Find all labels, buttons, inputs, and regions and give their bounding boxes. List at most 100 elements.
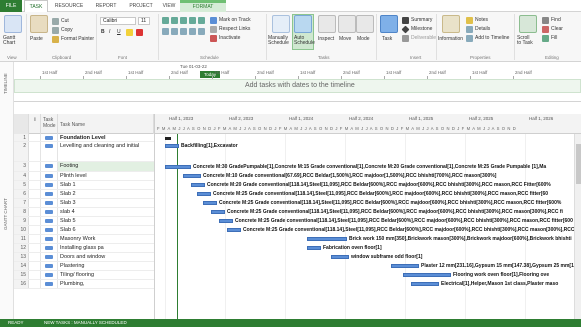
row-id[interactable]: 13 <box>14 253 29 261</box>
row-task-name[interactable]: Footing <box>58 162 154 171</box>
row-task-name[interactable]: Slab 5 <box>58 217 154 225</box>
table-row[interactable]: 11 Masonry Work <box>14 235 154 244</box>
row-task-mode[interactable] <box>41 142 58 161</box>
tab-file[interactable]: FILE <box>0 0 22 12</box>
notes-button[interactable]: Notes <box>475 17 488 23</box>
mode-icon[interactable] <box>356 15 374 33</box>
summary-icon[interactable] <box>402 17 409 24</box>
gantt-task-bar[interactable] <box>411 282 439 286</box>
row-id[interactable]: 4 <box>14 172 29 180</box>
table-row[interactable]: 10 Slab 6 <box>14 226 154 235</box>
mark-on-track-button[interactable]: Mark on Track <box>219 17 251 23</box>
table-row[interactable]: 2 Levelling and cleaning and initial <box>14 142 154 162</box>
row-task-name[interactable]: Foundation Level <box>58 134 154 141</box>
split-task-icon[interactable] <box>198 28 205 35</box>
table-row[interactable]: 5 Slab 1 <box>14 181 154 190</box>
percent-25-icon[interactable] <box>171 17 178 24</box>
gantt-task-bar[interactable] <box>197 192 211 196</box>
tab-report[interactable]: REPORT <box>92 0 120 12</box>
row-id[interactable]: 9 <box>14 217 29 225</box>
gantt-task-bar[interactable] <box>211 210 225 214</box>
vertical-scroll-thumb[interactable] <box>576 144 581 184</box>
find-button[interactable]: Find <box>551 17 561 23</box>
find-icon[interactable] <box>542 17 549 24</box>
table-row[interactable]: 14 Plastering <box>14 262 154 271</box>
table-row[interactable]: 8 slab 4 <box>14 208 154 217</box>
inspect-icon[interactable] <box>318 15 336 33</box>
pin-icon[interactable] <box>272 15 290 33</box>
gantt-task-bar[interactable] <box>403 273 451 277</box>
table-row[interactable]: 12 Installing glass pa <box>14 244 154 253</box>
row-task-name[interactable]: Plastering <box>58 262 154 270</box>
row-task-mode[interactable] <box>41 226 58 234</box>
row-task-mode[interactable] <box>41 134 58 141</box>
gantt-task-bar[interactable] <box>165 144 179 148</box>
row-task-name[interactable]: Slab 2 <box>58 190 154 198</box>
row-task-name[interactable]: Slab 1 <box>58 181 154 189</box>
cut-icon[interactable] <box>52 18 59 25</box>
table-row[interactable]: 7 Slab 3 <box>14 199 154 208</box>
row-id[interactable]: 14 <box>14 262 29 270</box>
row-id[interactable]: 12 <box>14 244 29 252</box>
row-id[interactable]: 6 <box>14 190 29 198</box>
row-task-mode[interactable] <box>41 208 58 216</box>
table-row[interactable]: 4 Plinth level <box>14 172 154 181</box>
row-task-mode[interactable] <box>41 280 58 288</box>
table-row[interactable]: 9 Slab 5 <box>14 217 154 226</box>
row-task-mode[interactable] <box>41 262 58 270</box>
tab-format[interactable]: FORMAT <box>180 3 226 12</box>
respect-links-button[interactable]: Respect Links <box>219 26 250 32</box>
row-id[interactable]: 11 <box>14 235 29 243</box>
row-task-name[interactable]: Plinth level <box>58 172 154 180</box>
gantt-task-bar[interactable] <box>191 183 205 187</box>
mode-button[interactable]: Mode <box>357 36 370 42</box>
italic-button[interactable]: I <box>109 29 110 35</box>
add-to-timeline-button[interactable]: Add to Timeline <box>475 35 509 41</box>
copy-label[interactable]: Copy <box>61 27 73 33</box>
row-task-mode[interactable] <box>41 181 58 189</box>
row-id[interactable]: 15 <box>14 271 29 279</box>
row-id[interactable]: 3 <box>14 162 29 171</box>
tab-project[interactable]: PROJECT <box>126 0 156 12</box>
row-task-name[interactable]: Slab 6 <box>58 226 154 234</box>
move-button[interactable]: Move <box>339 36 351 42</box>
row-id[interactable]: 5 <box>14 181 29 189</box>
gantt-chart-area[interactable]: Backfilling[1],Excavator Concrete M:30 Gr… <box>154 134 581 319</box>
gantt-task-bar[interactable] <box>165 165 191 169</box>
row-task-name[interactable]: Slab 3 <box>58 199 154 207</box>
auto-schedule-button[interactable]: Auto Schedule <box>294 36 315 46</box>
information-button[interactable]: Information <box>438 36 463 42</box>
select-all-cell[interactable] <box>14 114 29 134</box>
deliverable-icon[interactable] <box>402 35 409 42</box>
row-task-mode[interactable] <box>41 253 58 261</box>
add-to-timeline-icon[interactable] <box>466 35 473 42</box>
gantt-task-bar[interactable] <box>219 219 233 223</box>
milestone-button[interactable]: Milestone <box>411 26 432 32</box>
deliverable-button[interactable]: Deliverable <box>411 35 436 41</box>
font-size-select[interactable]: 11 <box>138 17 150 25</box>
row-task-mode[interactable] <box>41 271 58 279</box>
indent-icon[interactable] <box>162 28 169 35</box>
copy-icon[interactable] <box>52 27 59 34</box>
percent-100-icon[interactable] <box>198 17 205 24</box>
auto-schedule-icon[interactable] <box>294 15 312 33</box>
gantt-task-bar[interactable] <box>391 264 419 268</box>
bold-button[interactable]: B <box>101 29 105 35</box>
row-task-name[interactable]: Plumbing, <box>58 280 154 288</box>
tab-view[interactable]: VIEW <box>160 0 178 12</box>
clear-icon[interactable] <box>542 26 549 33</box>
percent-75-icon[interactable] <box>189 17 196 24</box>
gantt-task-bar[interactable] <box>331 255 349 259</box>
task-button[interactable]: Task <box>382 36 392 42</box>
row-task-mode[interactable] <box>41 217 58 225</box>
gantt-task-bar[interactable] <box>203 201 217 205</box>
status-new-tasks-mode[interactable]: NEW TASKS : MANUALLY SCHEDULED <box>44 319 127 327</box>
scroll-to-task-button[interactable]: Scroll to Task <box>517 36 533 46</box>
format-painter-icon[interactable] <box>52 36 59 43</box>
gantt-task-bar[interactable] <box>227 228 241 232</box>
percent-50-icon[interactable] <box>180 17 187 24</box>
row-task-name[interactable]: Levelling and cleaning and initial <box>58 142 154 161</box>
table-row[interactable]: 16 Plumbing, <box>14 280 154 289</box>
task-icon[interactable] <box>380 15 398 33</box>
table-row[interactable]: 15 Tiling/ flooring <box>14 271 154 280</box>
